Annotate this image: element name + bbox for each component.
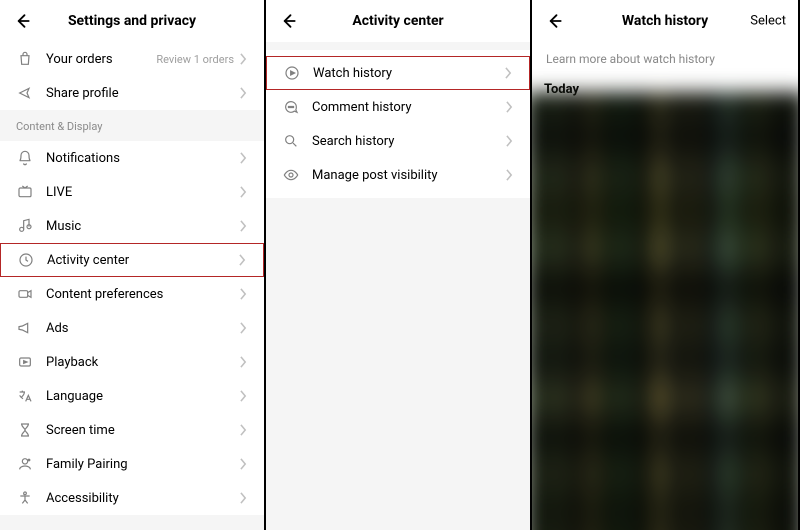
chevron-right-icon <box>505 169 514 181</box>
eye-icon <box>282 166 300 184</box>
camera-icon <box>16 285 34 303</box>
list-label: Manage post visibility <box>312 168 505 183</box>
search-icon <box>282 132 300 150</box>
list-label: Your orders <box>46 52 156 67</box>
megaphone-icon <box>16 319 34 337</box>
section-header: Content & Display <box>0 110 264 141</box>
back-icon[interactable] <box>544 11 564 31</box>
item-share-profile[interactable]: Share profile <box>0 76 264 110</box>
list-label: Screen time <box>46 423 239 438</box>
chevron-right-icon <box>238 254 247 266</box>
live-icon <box>16 183 34 201</box>
back-icon[interactable] <box>12 11 32 31</box>
bag-icon <box>16 50 34 68</box>
item-music[interactable]: Music <box>0 209 264 243</box>
chevron-right-icon <box>239 424 248 436</box>
item-playback[interactable]: Playback <box>0 345 264 379</box>
item-comment-history[interactable]: Comment history <box>266 90 530 124</box>
chevron-right-icon <box>239 390 248 402</box>
list-label: Share profile <box>46 86 239 101</box>
list-trailing: Review 1 orders <box>156 53 234 66</box>
clock-icon <box>17 251 35 269</box>
item-manage-visibility[interactable]: Manage post visibility <box>266 158 530 192</box>
chevron-right-icon <box>239 152 248 164</box>
comment-icon <box>282 98 300 116</box>
activity-header: Activity center <box>266 0 530 42</box>
list-label: Content preferences <box>46 287 239 302</box>
page-title: Activity center <box>266 13 530 29</box>
list-label: Watch history <box>313 66 504 81</box>
chevron-right-icon <box>239 87 248 99</box>
chevron-right-icon <box>239 492 248 504</box>
language-icon <box>16 387 34 405</box>
item-screen-time[interactable]: Screen time <box>0 413 264 447</box>
music-icon <box>16 217 34 235</box>
select-button[interactable]: Select <box>750 14 786 29</box>
item-notifications[interactable]: Notifications <box>0 141 264 175</box>
list-label: Notifications <box>46 151 239 166</box>
item-activity-center[interactable]: Activity center <box>0 243 264 277</box>
play-circle-icon <box>283 64 301 82</box>
chevron-right-icon <box>239 288 248 300</box>
accessibility-icon <box>16 489 34 507</box>
item-accessibility[interactable]: Accessibility <box>0 481 264 515</box>
list-label: Language <box>46 389 239 404</box>
item-language[interactable]: Language <box>0 379 264 413</box>
list-label: Playback <box>46 355 239 370</box>
chevron-right-icon <box>239 356 248 368</box>
item-live[interactable]: LIVE <box>0 175 264 209</box>
family-icon <box>16 455 34 473</box>
list-label: Music <box>46 219 239 234</box>
chevron-right-icon <box>239 186 248 198</box>
item-family-pairing[interactable]: Family Pairing <box>0 447 264 481</box>
back-icon[interactable] <box>278 11 298 31</box>
hourglass-icon <box>16 421 34 439</box>
list-label: Activity center <box>47 253 238 268</box>
list-label: Comment history <box>312 100 505 115</box>
list-label: Accessibility <box>46 491 239 506</box>
watch-history-thumbnails[interactable] <box>532 92 798 530</box>
list-label: Family Pairing <box>46 457 239 472</box>
chevron-right-icon <box>239 220 248 232</box>
list-label: Ads <box>46 321 239 336</box>
learn-more-link[interactable]: Learn more about watch history <box>532 42 798 76</box>
list-label: Search history <box>312 134 505 149</box>
chevron-right-icon <box>239 53 248 65</box>
item-content-preferences[interactable]: Content preferences <box>0 277 264 311</box>
chevron-right-icon <box>239 322 248 334</box>
playback-icon <box>16 353 34 371</box>
share-icon <box>16 84 34 102</box>
item-watch-history[interactable]: Watch history <box>266 56 530 90</box>
chevron-right-icon <box>505 135 514 147</box>
watch-history-header: Watch history Select <box>532 0 798 42</box>
bell-icon <box>16 149 34 167</box>
item-your-orders[interactable]: Your orders Review 1 orders <box>0 42 264 76</box>
page-title: Settings and privacy <box>0 13 264 29</box>
list-label: LIVE <box>46 185 239 200</box>
item-search-history[interactable]: Search history <box>266 124 530 158</box>
chevron-right-icon <box>239 458 248 470</box>
settings-header: Settings and privacy <box>0 0 264 42</box>
chevron-right-icon <box>504 67 513 79</box>
item-ads[interactable]: Ads <box>0 311 264 345</box>
chevron-right-icon <box>505 101 514 113</box>
